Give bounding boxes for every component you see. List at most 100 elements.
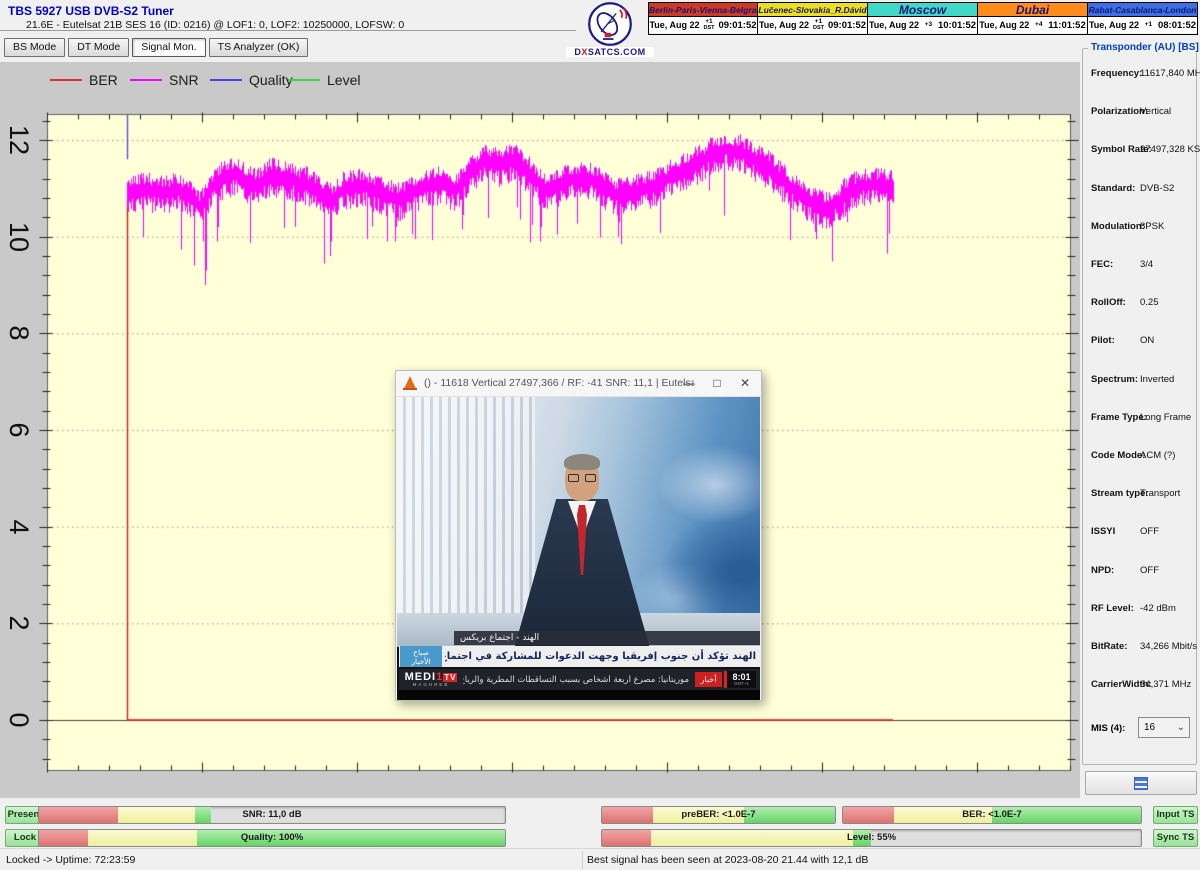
- clock-lu-enec-slovakia-r-d-vid: Lučenec-Slovakia_R.DávidTue, Aug 22+1DST…: [758, 2, 868, 35]
- mis-label: MIS (4):: [1091, 723, 1125, 734]
- headline-bar: صباحالأخبار الهند تؤكد أن جنوب إفريقيا و…: [399, 646, 760, 667]
- field-npd: NPD:OFF: [1083, 565, 1196, 579]
- clock-date: Tue, Aug 22: [649, 20, 699, 30]
- dxsatcs-logo: DXSATCS.COM: [566, 1, 654, 59]
- tab-bs-mode[interactable]: BS Mode: [4, 38, 65, 57]
- tab-ts-analyzer-ok[interactable]: TS Analyzer (OK): [209, 38, 309, 57]
- field-fec: FEC:3/4: [1083, 259, 1196, 273]
- y-axis-label: 8: [2, 316, 36, 350]
- clock-date: Tue, Aug 22: [1089, 20, 1139, 30]
- clock-date: Tue, Aug 22: [759, 20, 809, 30]
- clock-city-label: Berlin-Paris-Vienna-Belgrade: [649, 3, 757, 17]
- glasses-icon: [568, 474, 596, 483]
- field-symbol-rate: Symbol Rate:27497,328 KS/s: [1083, 144, 1196, 158]
- vlc-window-title: () - 11618 Vertical 27497,366 / RF: -41 …: [424, 377, 694, 389]
- y-axis-label: 6: [2, 413, 36, 447]
- clock-utc-offset: +3: [922, 22, 935, 29]
- vlc-video-window[interactable]: () - 11618 Vertical 27497,366 / RF: -41 …: [395, 370, 762, 701]
- field-value: Vertical: [1140, 106, 1171, 117]
- best-signal-status: Best signal has been seen at 2023-08-20 …: [587, 854, 868, 866]
- news-studio-image: [397, 397, 760, 647]
- legend-label: Quality: [249, 72, 293, 88]
- field-code-mode: Code Mode:ACM (?): [1083, 450, 1196, 464]
- mis-dropdown[interactable]: 16 ⌄: [1138, 717, 1190, 738]
- clock-city-label: Lučenec-Slovakia_R.Dávid: [758, 3, 867, 17]
- minimize-icon[interactable]: —: [681, 376, 697, 390]
- field-stream-type: Stream type:Transport: [1083, 488, 1196, 502]
- field-value: DVB-S2: [1140, 183, 1174, 194]
- input-ts-indicator: Input TS: [1153, 806, 1198, 824]
- legend-ber: BER: [50, 71, 118, 89]
- field-value: 8PSK: [1140, 221, 1164, 232]
- vlc-titlebar[interactable]: () - 11618 Vertical 27497,366 / RF: -41 …: [396, 371, 761, 397]
- bar-value-label: Level: 55%: [602, 830, 1141, 846]
- clock-berlin-paris-vienna-belgrade: Berlin-Paris-Vienna-BelgradeTue, Aug 22+…: [648, 2, 758, 35]
- headline-text: الهند تؤكد أن جنوب إفريقيا وجهت الدعوات …: [445, 646, 756, 667]
- bar-value-label: SNR: 11,0 dB: [39, 807, 505, 823]
- field-label: Pilot:: [1091, 335, 1115, 346]
- preber-bar: preBER: <1.0E-7: [601, 806, 836, 824]
- clock-time-row: Tue, Aug 22+1DST09:01:52: [758, 17, 867, 33]
- field-issyi: ISSYIOFF: [1083, 526, 1196, 540]
- logo-text: DXSATCS.COM: [566, 47, 654, 57]
- clock-date: Tue, Aug 22: [979, 20, 1029, 30]
- clock-dubai: DubaiTue, Aug 22+411:01:52: [978, 2, 1088, 35]
- video-content[interactable]: الهند - اجتماع بريكس صباحالأخبار الهند ت…: [397, 397, 760, 700]
- field-label: Frame Type:: [1091, 412, 1147, 423]
- time-chip: 8:01 GMT+1: [724, 671, 756, 688]
- bar-value-label: preBER: <1.0E-7: [602, 807, 835, 823]
- field-carrierwidth: CarrierWidth:34,371 MHz: [1083, 679, 1196, 693]
- legend-label: Level: [327, 72, 360, 88]
- field-label: Frequency:: [1091, 68, 1142, 79]
- field-label: RollOff:: [1091, 297, 1126, 308]
- vlc-cone-icon: [404, 376, 416, 389]
- clock-time-row: Tue, Aug 22+108:01:52: [1088, 17, 1197, 33]
- field-pilot: Pilot:ON: [1083, 335, 1196, 349]
- field-label: Spectrum:: [1091, 374, 1138, 385]
- clock-city-label: Moscow: [868, 3, 977, 17]
- field-label: Modulation:: [1091, 221, 1145, 232]
- close-icon[interactable]: ✕: [737, 376, 753, 390]
- field-value: Transport: [1140, 488, 1180, 499]
- clock-time-value: 10:01:52: [938, 20, 976, 31]
- clock-utc-offset: +1: [1142, 22, 1155, 29]
- legend-snr: SNR: [130, 71, 199, 89]
- header-divider: [0, 30, 576, 31]
- clock-city-label: Rabat-Casablanca-London: [1088, 3, 1197, 17]
- maximize-icon[interactable]: □: [709, 376, 725, 390]
- field-value: ACM (?): [1140, 450, 1175, 461]
- tab-bar: BS ModeDT ModeSignal Mon.TS Analyzer (OK…: [4, 38, 308, 57]
- field-label: Code Mode:: [1091, 450, 1145, 461]
- legend-label: SNR: [169, 72, 199, 88]
- clock-time-row: Tue, Aug 22+1DST09:01:52: [649, 17, 757, 33]
- y-axis-label: 2: [2, 606, 36, 640]
- clock-utc-offset: +1DST: [702, 19, 715, 31]
- legend-level: Level: [288, 71, 360, 89]
- field-rolloff: RollOff:0.25: [1083, 297, 1196, 311]
- tab-signal-mon[interactable]: Signal Mon.: [132, 38, 205, 57]
- field-value: 27497,328 KS/s: [1140, 144, 1200, 155]
- field-label: Standard:: [1091, 183, 1135, 194]
- clock-date: Tue, Aug 22: [869, 20, 919, 30]
- quality-bar: Quality: 100%: [38, 829, 506, 847]
- tab-dt-mode[interactable]: DT Mode: [68, 38, 129, 57]
- clock-moscow: Moscow Tue, Aug 22+310:01:52: [868, 2, 978, 35]
- ts-details-button[interactable]: [1085, 771, 1197, 795]
- field-spectrum: Spectrum:Inverted: [1083, 374, 1196, 388]
- clock-time-value: 08:01:52: [1158, 20, 1196, 31]
- field-rf-level: RF Level:-42 dBm: [1083, 603, 1196, 617]
- medi1tv-logo: MEDI1TV MAGHREB: [399, 671, 463, 688]
- transponder-panel: Transponder (AU) [BS] Frequency:11617,84…: [1082, 48, 1197, 765]
- statusbar-separator: [582, 851, 583, 869]
- snr-line-sample: [130, 79, 162, 81]
- clock-time-value: 09:01:52: [718, 20, 756, 31]
- y-axis-label: 12: [2, 123, 36, 157]
- clock-time-value: 11:01:52: [1048, 20, 1086, 31]
- field-frequency: Frequency:11617,840 MHz: [1083, 68, 1196, 82]
- clock-city-label: Dubai: [978, 3, 1087, 17]
- app-title: TBS 5927 USB DVB-S2 Tuner: [8, 4, 174, 18]
- field-label: BitRate:: [1091, 641, 1127, 652]
- chevron-down-icon: ⌄: [1177, 718, 1185, 737]
- y-axis-label: 10: [2, 220, 36, 254]
- letterbox: [399, 690, 760, 700]
